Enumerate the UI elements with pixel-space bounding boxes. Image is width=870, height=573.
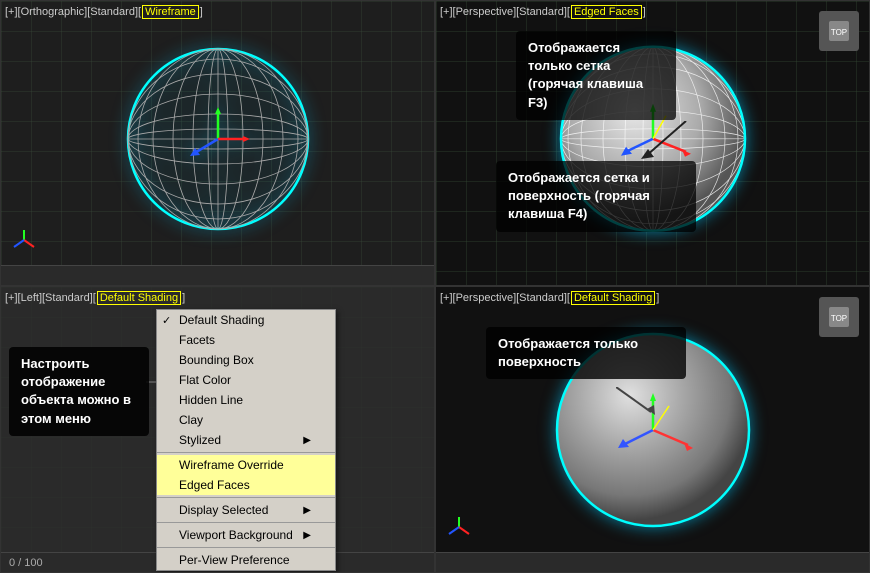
menu-item-per-view[interactable]: Per-View Preference — [157, 550, 335, 570]
status-value: 0 / 100 — [9, 557, 43, 569]
menu-separator-4 — [157, 547, 335, 548]
callout-shading: Отображается только поверхность — [486, 327, 686, 379]
menu-item-default-shading[interactable]: Default Shading — [157, 310, 335, 330]
svg-text:TOP: TOP — [831, 314, 847, 323]
menu-item-flat-color[interactable]: Flat Color — [157, 370, 335, 390]
vp-label-top-left: [+][Orthographic][Standard][ Wireframe ] — [5, 5, 203, 19]
context-menu[interactable]: Default Shading Facets Bounding Box Flat… — [156, 309, 336, 571]
wireframe-sphere — [118, 39, 318, 239]
viewport-bottom-left[interactable]: [+][Left][Standard][ Default Shading ] Н… — [0, 286, 435, 573]
callout-edged: Отображается сетка и поверхность (горяча… — [496, 161, 696, 232]
status-bar-br — [436, 552, 869, 572]
menu-item-facets[interactable]: Facets — [157, 330, 335, 350]
nav-cube-tr[interactable]: TOP — [817, 9, 861, 53]
menu-separator-2 — [157, 497, 335, 498]
callout-wireframe: Отображается только сетка (горячая клави… — [516, 31, 676, 120]
nav-cube-br[interactable]: TOP — [817, 295, 861, 339]
menu-separator-3 — [157, 522, 335, 523]
svg-text:TOP: TOP — [831, 28, 847, 37]
vp-label-top-right: [+][Perspective][Standard][ Edged Faces … — [440, 5, 646, 19]
menu-item-stylized[interactable]: Stylized ▶ — [157, 430, 335, 450]
vp-label-bottom-right: [+][Perspective][Standard][ Default Shad… — [440, 291, 659, 305]
menu-item-viewport-bg[interactable]: Viewport Background ▶ — [157, 525, 335, 545]
callout-arrow-3 — [616, 387, 666, 417]
display-selected-arrow-icon: ▶ — [303, 505, 311, 516]
menu-separator-1 — [157, 452, 335, 453]
menu-item-bounding-box[interactable]: Bounding Box — [157, 350, 335, 370]
viewport-bg-arrow-icon: ▶ — [303, 530, 311, 541]
menu-item-clay[interactable]: Clay — [157, 410, 335, 430]
callout-arrow-1 — [636, 121, 696, 161]
stylized-arrow-icon: ▶ — [303, 435, 311, 446]
coord-indicator-br — [444, 512, 474, 542]
menu-item-hidden-line[interactable]: Hidden Line — [157, 390, 335, 410]
menu-item-edged-faces[interactable]: Edged Faces — [157, 475, 335, 495]
coord-indicator-tl — [9, 225, 39, 255]
viewport-top-left[interactable]: [+][Orthographic][Standard][ Wireframe ] — [0, 0, 435, 286]
menu-item-wireframe-override[interactable]: Wireframe Override — [157, 455, 335, 475]
menu-item-display-selected[interactable]: Display Selected ▶ — [157, 500, 335, 520]
viewport-grid: [+][Orthographic][Standard][ Wireframe ] — [0, 0, 870, 573]
viewport-bottom-right[interactable]: [+][Perspective][Standard][ Default Shad… — [435, 286, 870, 573]
callout-configure: Настроить отображение объекта можно в эт… — [9, 347, 149, 436]
status-bar-tl — [1, 265, 434, 285]
vp-label-bottom-left: [+][Left][Standard][ Default Shading ] — [5, 291, 185, 305]
viewport-top-right[interactable]: [+][Perspective][Standard][ Edged Faces … — [435, 0, 870, 286]
